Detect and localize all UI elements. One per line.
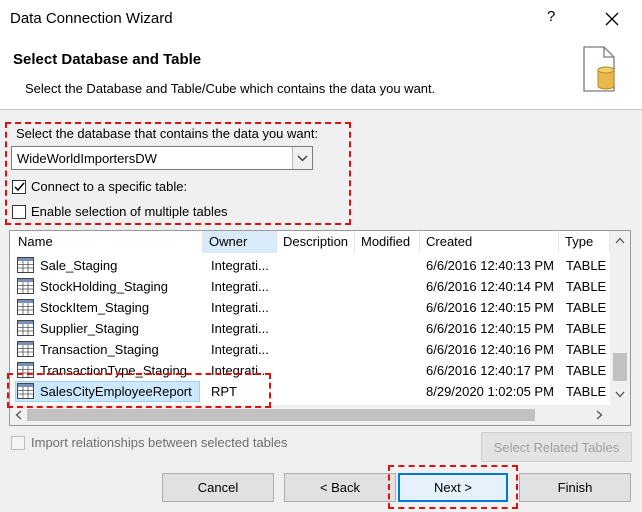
cell-modified [361, 318, 420, 339]
cell-owner: Integrati... [211, 300, 269, 315]
cell-created: 6/6/2016 12:40:15 PM [426, 321, 554, 336]
import-relationships-label[interactable]: Import relationships between selected ta… [31, 435, 288, 450]
cell-description [283, 339, 355, 360]
cell-owner: Integrati... [211, 258, 269, 273]
cell-owner: Integrati... [211, 321, 269, 336]
cell-modified [361, 297, 420, 318]
table-row[interactable]: Sale_Staging Integrati... 6/6/2016 12:40:1… [10, 255, 610, 276]
cell-modified [361, 360, 420, 381]
cell-modified [361, 255, 420, 276]
table-row[interactable]: Supplier_Staging Integrati... 6/6/2016 12:… [10, 318, 610, 339]
column-header-modified[interactable]: Modified [355, 231, 420, 253]
finish-button[interactable]: Finish [519, 473, 631, 502]
column-header-name[interactable]: Name [12, 231, 203, 253]
close-icon [605, 12, 619, 26]
cell-name: Supplier_Staging [40, 321, 140, 336]
table-icon [17, 299, 34, 315]
cell-owner: Integrati... [211, 279, 269, 294]
scroll-left-icon[interactable] [15, 410, 22, 420]
table-icon [17, 320, 34, 336]
table-highlight-box [7, 373, 271, 408]
table-icon [17, 278, 34, 294]
import-relationships-checkbox[interactable] [11, 436, 25, 450]
table-row[interactable]: Transaction_Staging Integrati... 6/6/2016 … [10, 339, 610, 360]
cell-description [283, 297, 355, 318]
scroll-down-icon[interactable] [615, 391, 625, 398]
cell-description [283, 276, 355, 297]
cell-type: TABLE [566, 363, 607, 378]
wizard-header [0, 38, 642, 110]
cell-name: Sale_Staging [40, 258, 118, 273]
cell-created: 6/6/2016 12:40:16 PM [426, 342, 554, 357]
cell-modified [361, 381, 420, 402]
cell-description [283, 255, 355, 276]
database-document-icon [583, 46, 615, 92]
column-header-owner[interactable]: Owner [203, 231, 277, 253]
page-title: Select Database and Table [13, 51, 202, 68]
page-subtitle: Select the Database and Table/Cube which… [25, 81, 436, 96]
cell-type: TABLE [566, 300, 607, 315]
cell-name: Transaction_Staging [40, 342, 159, 357]
scroll-up-icon[interactable] [615, 237, 625, 244]
help-button[interactable]: ? [547, 8, 555, 25]
table-icon [17, 257, 34, 273]
cell-description [283, 318, 355, 339]
column-header-type[interactable]: Type [559, 231, 610, 253]
cell-created: 6/6/2016 12:40:15 PM [426, 300, 554, 315]
cell-type: TABLE [566, 321, 607, 336]
database-highlight-box [5, 122, 351, 225]
cell-description [283, 360, 355, 381]
cell-created: 6/6/2016 12:40:17 PM [426, 363, 554, 378]
cell-created: 6/6/2016 12:40:13 PM [426, 258, 554, 273]
cell-modified [361, 276, 420, 297]
cell-type: TABLE [566, 258, 607, 273]
scroll-right-icon[interactable] [596, 410, 603, 420]
horizontal-scrollbar[interactable] [10, 405, 610, 425]
cell-type: TABLE [566, 342, 607, 357]
cell-name: StockHolding_Staging [40, 279, 168, 294]
cell-created: 8/29/2020 1:02:05 PM [426, 384, 554, 399]
vertical-scroll-thumb[interactable] [613, 353, 627, 381]
cell-type: TABLE [566, 384, 607, 399]
table-icon [17, 341, 34, 357]
horizontal-scroll-thumb[interactable] [27, 409, 535, 421]
close-button[interactable] [597, 5, 627, 33]
scrollbar-corner [610, 405, 630, 425]
cell-modified [361, 339, 420, 360]
column-header-description[interactable]: Description [277, 231, 355, 253]
next-highlight-box [388, 465, 518, 509]
column-header-created[interactable]: Created [420, 231, 559, 253]
cell-created: 6/6/2016 12:40:14 PM [426, 279, 554, 294]
cancel-button[interactable]: Cancel [162, 473, 274, 502]
cell-type: TABLE [566, 279, 607, 294]
table-row[interactable]: StockHolding_Staging Integrati... 6/6/2016… [10, 276, 610, 297]
cell-name: StockItem_Staging [40, 300, 150, 315]
window-title: Data Connection Wizard [10, 10, 173, 27]
cell-description [283, 381, 355, 402]
cell-owner: Integrati... [211, 342, 269, 357]
back-button[interactable]: < Back [284, 473, 396, 502]
vertical-scrollbar[interactable] [610, 231, 630, 405]
select-related-tables-button[interactable]: Select Related Tables [481, 432, 632, 462]
table-row[interactable]: StockItem_Staging Integrati... 6/6/2016 12… [10, 297, 610, 318]
